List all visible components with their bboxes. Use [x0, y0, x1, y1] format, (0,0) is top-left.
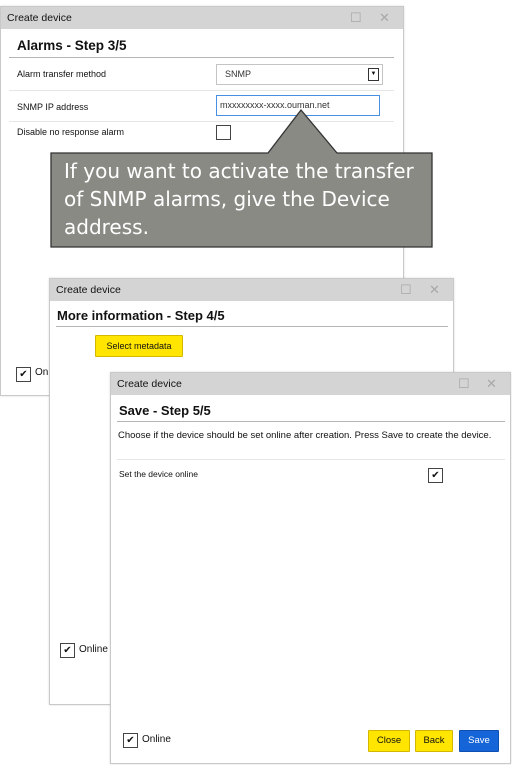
close-icon[interactable]: ✕ [486, 373, 497, 395]
close-icon[interactable]: ✕ [429, 279, 440, 301]
select-value: SNMP [225, 69, 252, 79]
close-icon[interactable]: ✕ [379, 7, 390, 29]
step-description: Choose if the device should be set onlin… [118, 430, 492, 441]
snmp-ip-input[interactable]: mxxxxxxxx-xxxx.ouman.net [216, 95, 380, 116]
back-button[interactable]: Back [415, 730, 453, 752]
dialog-titlebar: Create device ☐ ✕ [111, 373, 510, 395]
snmp-ip-label: SNMP IP address [17, 102, 89, 112]
row-divider [117, 459, 505, 460]
online-checkbox[interactable]: ✔ [123, 733, 138, 748]
online-checkbox[interactable]: ✔ [16, 367, 31, 382]
dialog-save: Create device ☐ ✕ Save - Step 5/5 Choose… [110, 372, 511, 764]
alarm-transfer-method-label: Alarm transfer method [17, 69, 107, 79]
step-title: Alarms - Step 3/5 [17, 38, 127, 53]
disable-no-response-label: Disable no response alarm [17, 127, 125, 137]
online-label: Online [142, 734, 171, 745]
dialog-title: Create device [7, 12, 72, 24]
online-label: On [35, 367, 49, 378]
set-online-checkbox[interactable]: ✔ [428, 468, 443, 483]
dialog-titlebar: Create device ☐ ✕ [50, 279, 453, 301]
save-button[interactable]: Save [459, 730, 499, 752]
close-button[interactable]: Close [368, 730, 410, 752]
row-divider [9, 121, 394, 122]
maximize-icon[interactable]: ☐ [458, 373, 470, 395]
dialog-titlebar: Create device ☐ ✕ [1, 7, 403, 29]
callout-text: If you want to activate the transfer of … [64, 159, 414, 239]
select-metadata-button[interactable]: Select metadata [95, 335, 183, 357]
step-title: Save - Step 5/5 [119, 403, 211, 418]
online-checkbox[interactable]: ✔ [60, 643, 75, 658]
row-divider [9, 90, 394, 91]
online-label: Online [79, 644, 108, 655]
maximize-icon[interactable]: ☐ [400, 279, 412, 301]
snmp-ip-value: mxxxxxxxx-xxxx.ouman.net [220, 100, 330, 110]
set-online-label: Set the device online [119, 469, 198, 479]
dropdown-arrow-icon[interactable]: ▼ [368, 68, 379, 81]
step-title: More information - Step 4/5 [57, 308, 225, 323]
header-divider [9, 57, 394, 58]
alarm-transfer-method-select[interactable]: SNMP ▼ [216, 64, 383, 85]
dialog-title: Create device [117, 378, 182, 390]
header-divider [56, 326, 448, 327]
header-divider [117, 421, 505, 422]
maximize-icon[interactable]: ☐ [350, 7, 362, 29]
disable-no-response-checkbox[interactable] [216, 125, 231, 140]
dialog-title: Create device [56, 284, 121, 296]
